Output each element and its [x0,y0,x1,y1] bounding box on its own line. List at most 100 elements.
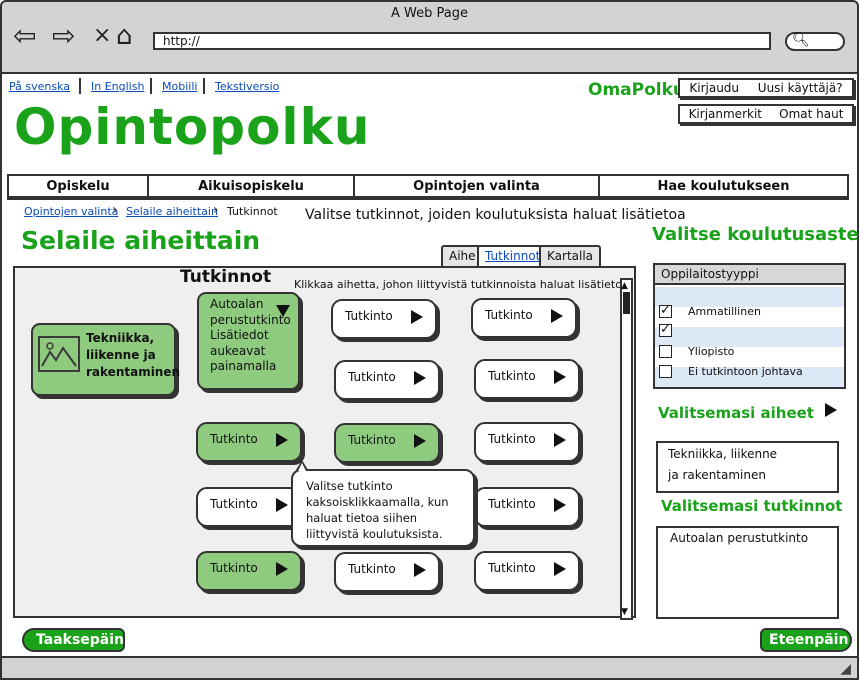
chevron-right-icon: › [112,202,118,218]
selected-subject-line: Tekniikka, liikenne [668,447,778,461]
resize-grip-icon[interactable]: ◢ [840,661,851,677]
scroll-down-icon[interactable]: ▼ [621,607,628,617]
degree-card[interactable]: Tutkinto [334,552,440,592]
play-arrow-icon [276,562,288,576]
degree-card[interactable]: Tutkinto [474,359,580,399]
play-arrow-icon [554,370,566,384]
login-link[interactable]: Kirjaudu [689,81,739,95]
degree-card[interactable]: Tutkinto [474,422,580,462]
tooltip-line: haluat tietoa siihen [306,511,418,525]
degree-label: Tutkinto [345,309,393,323]
nav-item-opiskelu[interactable]: Opiskelu [9,176,149,196]
play-arrow-icon [554,562,566,576]
subject-card[interactable]: Tekniikka, liikenne ja rakentaminen [31,323,181,396]
next-button[interactable]: Eteenpäin [760,628,852,652]
account-bar: Kirjaudu Uusi käyttäjä? [678,78,854,98]
breadcrumb-opintojen-valinta[interactable]: Opintojen valinta [24,205,118,218]
checkbox-label: Yliopisto [688,345,735,358]
play-arrow-icon[interactable] [825,403,837,417]
scrollbar-thumb[interactable] [623,292,630,314]
checkbox-ammatillinen[interactable]: ✓ [659,304,672,318]
row-stripe [655,327,844,347]
close-icon[interactable]: × [93,20,111,52]
checkbox-yliopisto[interactable] [659,345,672,358]
degree-card[interactable]: Tutkinto [334,360,440,400]
degree-label: Tutkinto [488,369,536,383]
omapolku-label: OmaPolku [588,80,686,100]
back-arrow-icon[interactable]: ⇦ [13,20,36,52]
degree-card-expanded[interactable]: Autoalan perustutkinto Lisätiedot aukeav… [197,292,300,390]
expanded-line: Lisätiedot [210,328,269,342]
scrollbar[interactable] [620,278,633,620]
institution-type-header: Oppilaitostyyppi [655,265,844,285]
row-stripe [655,287,844,307]
institution-type-box: Oppilaitostyyppi ✓ Ammatillinen ✓ Yliopi… [653,263,846,389]
degree-label: Tutkinto [488,432,536,446]
subject-label: Tekniikka, liikenne ja rakentaminen [86,331,181,379]
checkbox-label: Ammatillinen [688,305,761,318]
lang-link-swedish[interactable]: På svenska [9,80,70,93]
play-arrow-icon [411,310,423,324]
lang-link-english[interactable]: In English [91,80,144,93]
bookmarks-bar: Kirjanmerkit Omat haut [678,104,854,124]
mountain-icon [41,342,77,367]
degree-card-selected[interactable]: Tutkinto [196,551,302,591]
tooltip-line: Valitse tutkinto [306,479,393,493]
new-user-link[interactable]: Uusi käyttäjä? [758,81,843,95]
panel-hint: Klikkaa aihetta, johon liittyvistä tutki… [294,278,633,291]
lang-link-text-version[interactable]: Tekstiversio [215,80,279,93]
degree-card[interactable]: Tutkinto [474,551,580,591]
expanded-line: aukeavat [210,343,266,358]
bookmarks-link[interactable]: Kirjanmerkit [689,107,762,121]
degree-card[interactable]: Tutkinto [196,487,302,527]
selected-subjects-title: Valitsemasi aiheet [658,404,814,422]
browser-search-field[interactable]: 🔍︎ [785,32,845,51]
breadcrumb-selaile-aiheittain[interactable]: Selaile aiheittain [126,205,218,218]
scroll-up-icon[interactable]: ▲ [621,281,628,291]
play-arrow-icon [554,433,566,447]
tooltip-line: kaksoisklikkaamalla, kun [306,495,449,509]
degree-label: Tutkinto [488,561,536,575]
degree-card[interactable]: Tutkinto [331,299,437,339]
home-icon[interactable]: ⌂ [116,20,133,52]
selected-degree-item[interactable]: Autoalan perustutkinto [670,531,837,545]
divider [150,78,152,94]
tab-tutkinnot[interactable]: Tutkinnot [477,245,549,266]
chevron-right-icon: › [213,202,219,218]
url-input[interactable]: http:// [153,32,771,50]
play-arrow-icon [414,563,426,577]
degree-label: Tutkinto [488,497,536,511]
nav-item-aikuisopiskelu[interactable]: Aikuisopiskelu [149,176,355,196]
play-arrow-icon [414,434,426,448]
back-button[interactable]: Taaksepäin [22,628,125,652]
education-level-title: Valitse koulutusaste [652,224,859,245]
site-logo[interactable]: Opintopolku [14,98,370,156]
breadcrumb-current: Tutkinnot [227,205,278,218]
forward-arrow-icon[interactable]: ⇨ [52,20,75,52]
degree-label: Tutkinto [485,308,533,322]
degree-card-selected[interactable]: Tutkinto [196,422,302,462]
tab-kartalla[interactable]: Kartalla [539,245,602,266]
lang-link-mobile[interactable]: Mobiili [162,80,197,93]
tooltip: Valitse tutkinto kaksoisklikkaamalla, ku… [291,469,475,547]
checkbox-unlabeled[interactable]: ✓ [659,323,672,337]
selected-degrees-title: Valitsemasi tutkinnot [661,497,843,515]
panel-title: Tutkinnot [180,267,272,287]
degree-card[interactable]: Tutkinto [474,487,580,527]
window-title: A Web Page [391,6,468,21]
degree-card-selected[interactable]: Tutkinto [334,423,440,463]
tooltip-pointer-fill [298,463,306,471]
expanded-line: painamalla [210,359,277,373]
checkbox-ei-tutkintoon[interactable] [659,365,672,378]
status-bar: ◢ [0,656,859,680]
nav-item-hae-koulutukseen[interactable]: Hae koulutukseen [600,176,847,196]
degree-label: Tutkinto [348,370,396,384]
saved-searches-link[interactable]: Omat haut [779,107,843,121]
degree-label: Tutkinto [210,561,258,575]
divider [203,78,205,94]
nav-item-opintojen-valinta[interactable]: Opintojen valinta [355,176,600,196]
chevron-down-icon[interactable] [276,305,290,317]
degree-label: Tutkinto [348,562,396,576]
instruction-text: Valitse tutkinnot, joiden koulutuksista … [305,207,686,223]
degree-card[interactable]: Tutkinto [471,298,577,338]
